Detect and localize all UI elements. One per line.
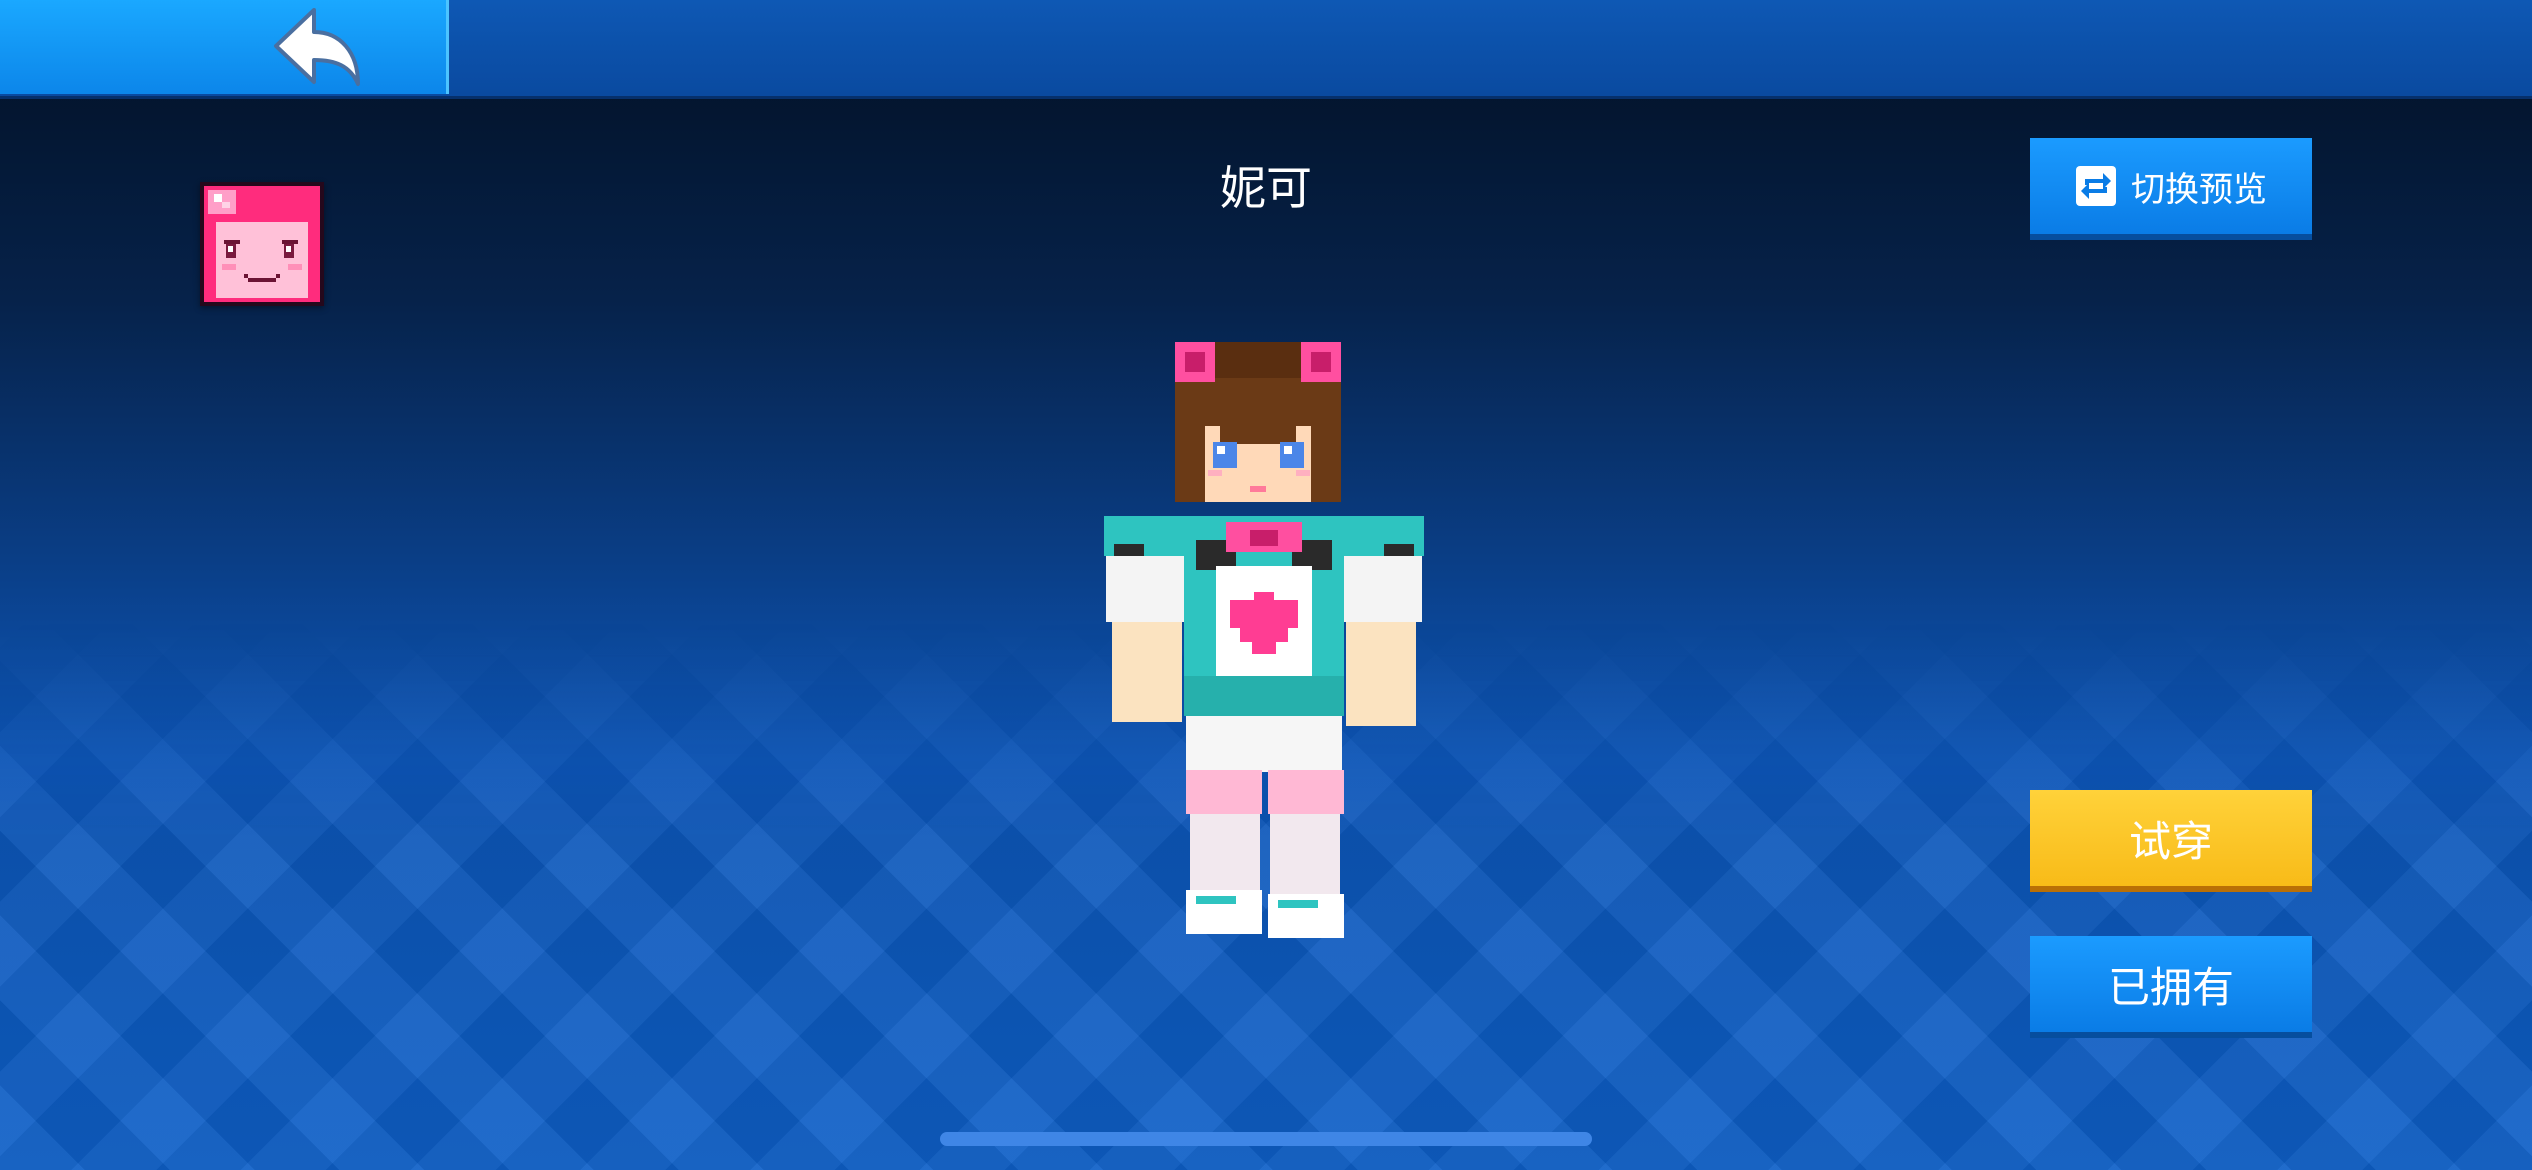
back-button[interactable] [0, 0, 449, 94]
owned-label: 已拥有 [2107, 962, 2234, 1012]
character-legs [1186, 770, 1344, 938]
character-skirt [1186, 716, 1342, 772]
back-arrow-icon [274, 8, 360, 86]
switch-preview-button[interactable]: 切换预览 [2030, 138, 2312, 240]
home-indicator [940, 1132, 1592, 1146]
try-on-label: 试穿 [2128, 816, 2213, 866]
pink-face-avatar-icon [204, 186, 320, 302]
avatar[interactable] [200, 182, 324, 306]
switch-preview-label: 切换预览 [2131, 169, 2267, 210]
try-on-button[interactable]: 试穿 [2030, 790, 2312, 892]
top-bar [0, 0, 2532, 99]
character-model[interactable] [1100, 330, 1430, 1000]
skin-name: 妮可 [1220, 161, 1312, 215]
character-torso [1184, 516, 1344, 716]
refresh-swap-icon [2076, 166, 2116, 206]
character-head [1175, 342, 1341, 502]
owned-button[interactable]: 已拥有 [2030, 936, 2312, 1038]
